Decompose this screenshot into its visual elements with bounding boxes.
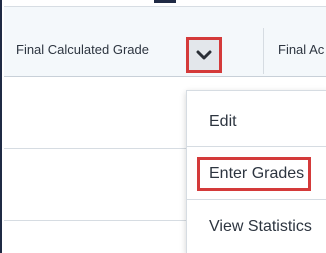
column-menu-button[interactable]	[186, 37, 222, 73]
menu-item-view-statistics[interactable]: View Statistics	[209, 218, 312, 236]
chevron-down-icon	[196, 50, 212, 60]
column-header-final-adjusted[interactable]: Final Ac	[278, 42, 324, 57]
column-separator	[263, 28, 264, 74]
gradebook-frame: Final Calculated Grade Final Ac Edit Ent…	[0, 0, 326, 253]
top-notch	[154, 0, 176, 3]
menu-divider	[187, 199, 326, 200]
menu-item-edit[interactable]: Edit	[209, 113, 237, 131]
menu-item-enter-grades[interactable]: Enter Grades	[209, 165, 304, 183]
column-options-menu: Edit Enter Grades View Statistics	[186, 90, 326, 253]
column-header-final-calculated-grade[interactable]: Final Calculated Grade	[16, 42, 149, 57]
menu-divider	[187, 146, 326, 147]
